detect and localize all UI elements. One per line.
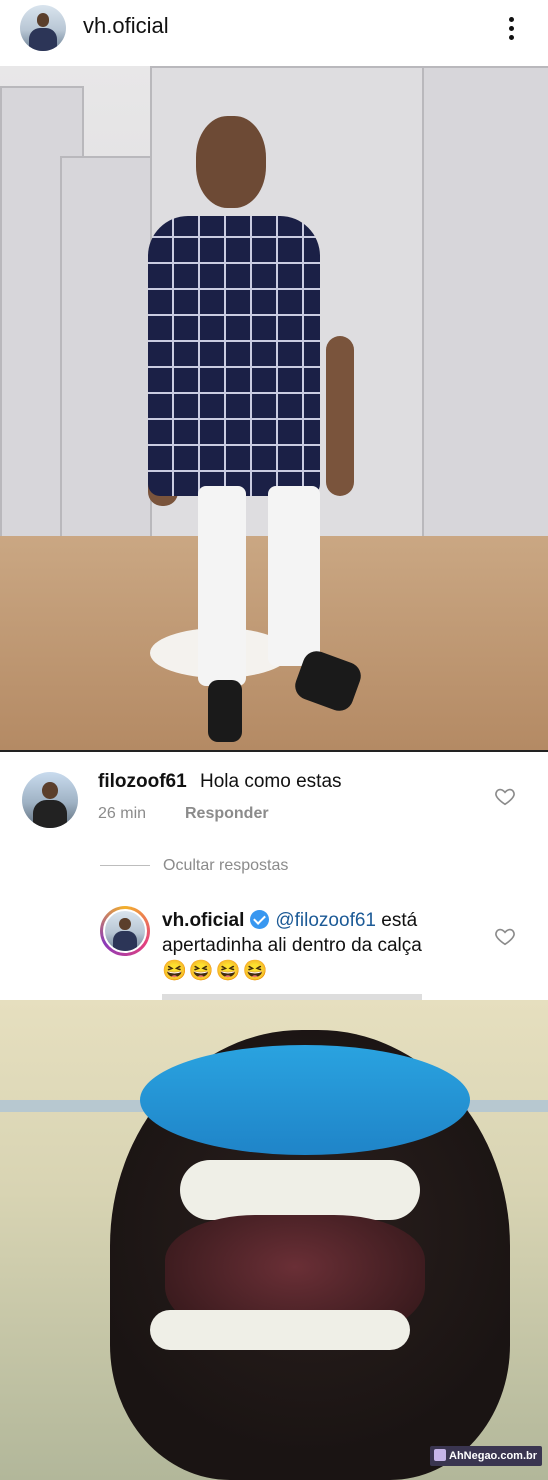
blue-cap — [140, 1045, 470, 1155]
avatar-body-shape — [33, 800, 67, 828]
avatar-head-shape — [36, 13, 50, 28]
reply-emojis: 😆😆😆😆 — [162, 960, 270, 982]
heart-icon[interactable] — [494, 925, 516, 947]
reply-username[interactable]: vh.oficial — [162, 910, 244, 931]
person-head — [196, 116, 266, 208]
post-username[interactable]: vh.oficial — [83, 13, 169, 39]
watermark: AhNegao.com.br — [430, 1446, 542, 1466]
screenshot-divider — [0, 750, 548, 752]
comment-username[interactable]: filozoof61 — [98, 771, 187, 793]
reply-first-line: vh.oficial @filozoof61 está — [162, 910, 417, 932]
post-header: vh.oficial — [0, 0, 548, 66]
hide-replies-line — [100, 865, 150, 866]
avatar-body-shape — [29, 28, 57, 51]
heart-icon[interactable] — [494, 785, 516, 807]
verified-badge-icon — [250, 910, 270, 929]
lower-teeth — [150, 1310, 410, 1350]
more-options-icon[interactable] — [500, 11, 524, 45]
commenter-avatar[interactable] — [22, 772, 78, 828]
profile-avatar[interactable] — [20, 5, 66, 51]
reply-avatar[interactable] — [103, 909, 147, 953]
reply-button[interactable]: Responder — [185, 805, 269, 823]
person-leg — [198, 486, 246, 686]
watermark-text: AhNegao.com.br — [449, 1450, 538, 1462]
avatar-body-shape — [113, 931, 137, 951]
upper-teeth — [180, 1160, 420, 1220]
avatar-head-shape — [42, 782, 58, 799]
comment-timestamp: 26 min — [98, 805, 147, 822]
reply-text-line: apertadinha ali dentro da calça — [162, 935, 422, 956]
avatar-head-shape — [119, 918, 131, 931]
person-shirt — [148, 216, 320, 496]
watermark-logo-icon — [434, 1449, 446, 1461]
person-shoe — [208, 680, 242, 742]
reply-text-part: está — [381, 910, 418, 931]
hide-replies-button[interactable]: Ocultar respostas — [163, 857, 288, 875]
reply-mention[interactable]: @filozoof61 — [275, 910, 376, 931]
person-arm — [326, 336, 354, 496]
person-leg — [268, 486, 320, 666]
comment-text: Hola como estas — [200, 771, 342, 792]
